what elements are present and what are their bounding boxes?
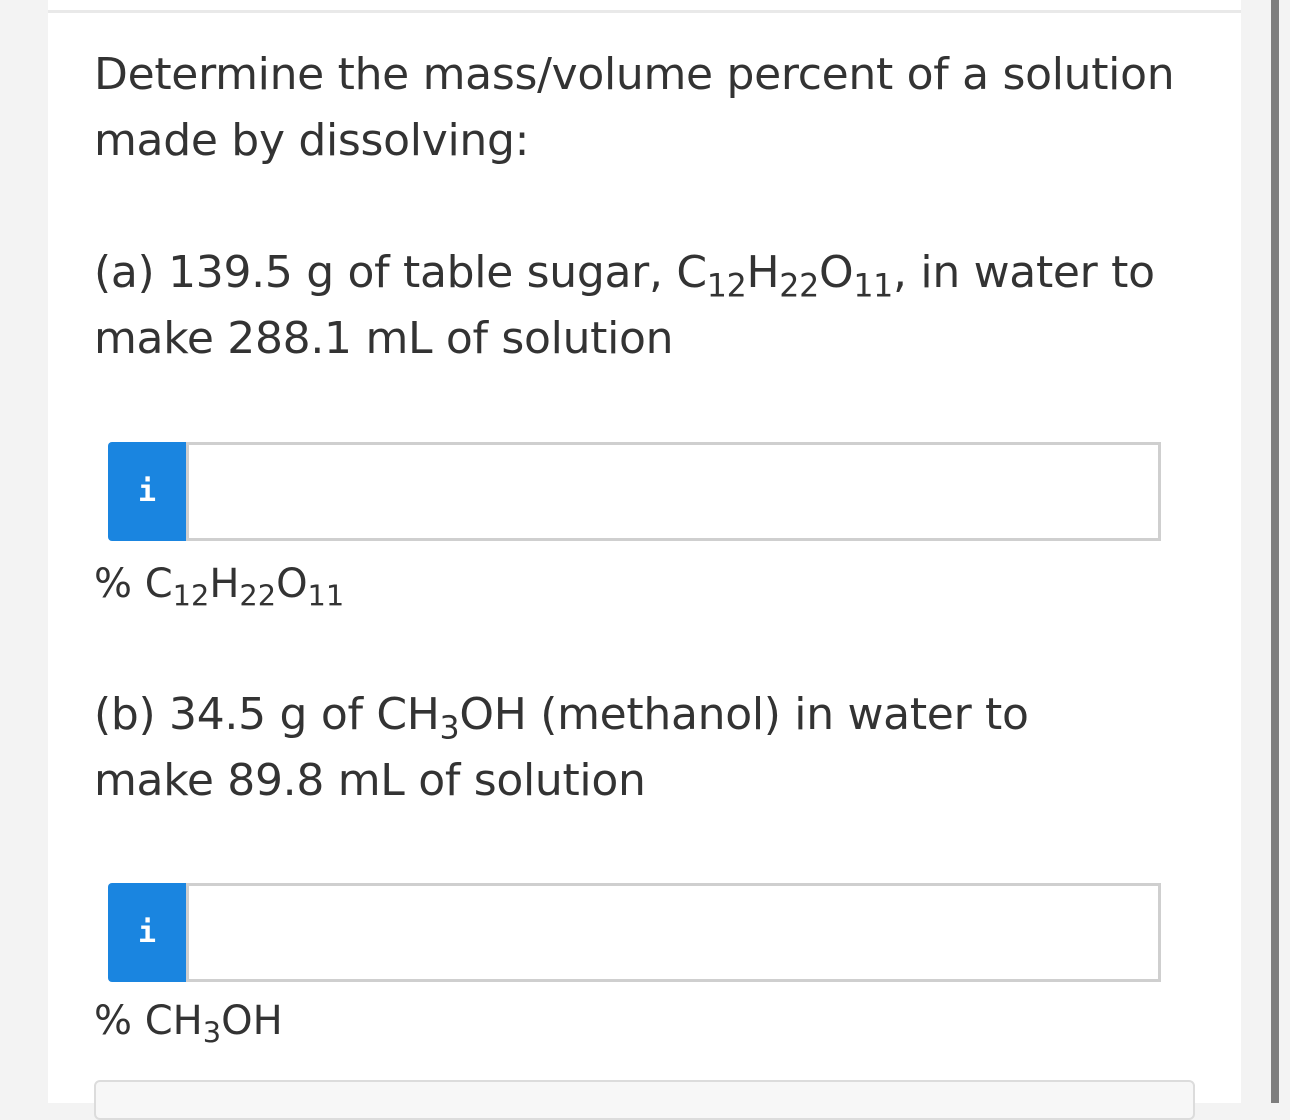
next-section-panel (94, 1080, 1195, 1120)
info-icon[interactable]: i (108, 883, 186, 982)
info-icon[interactable]: i (108, 442, 186, 541)
part-b-answer-input[interactable] (186, 883, 1161, 982)
part-a-prompt-line1: (a) 139.5 g of table sugar, C12H22O11, i… (94, 247, 1155, 305)
part-a-prompt-line2: make 288.1 mL of solution (94, 313, 674, 364)
part-a-answer-input[interactable] (186, 442, 1161, 541)
part-b-prompt-line2: make 89.8 mL of solution (94, 755, 646, 806)
part-b-answer-row: i (108, 883, 1161, 982)
question-intro-line1: Determine the mass/volume percent of a s… (94, 49, 1175, 100)
part-a-answer-row: i (108, 442, 1161, 541)
divider (48, 10, 1241, 13)
part-b-prompt-line1: (b) 34.5 g of CH3OH (methanol) in water … (94, 689, 1029, 747)
part-b-unit-label: % CH3OH (94, 998, 283, 1050)
part-a-unit-label: % C12H22O11 (94, 561, 345, 613)
scrollbar[interactable] (1271, 0, 1279, 1103)
question-intro-line2: made by dissolving: (94, 115, 530, 166)
